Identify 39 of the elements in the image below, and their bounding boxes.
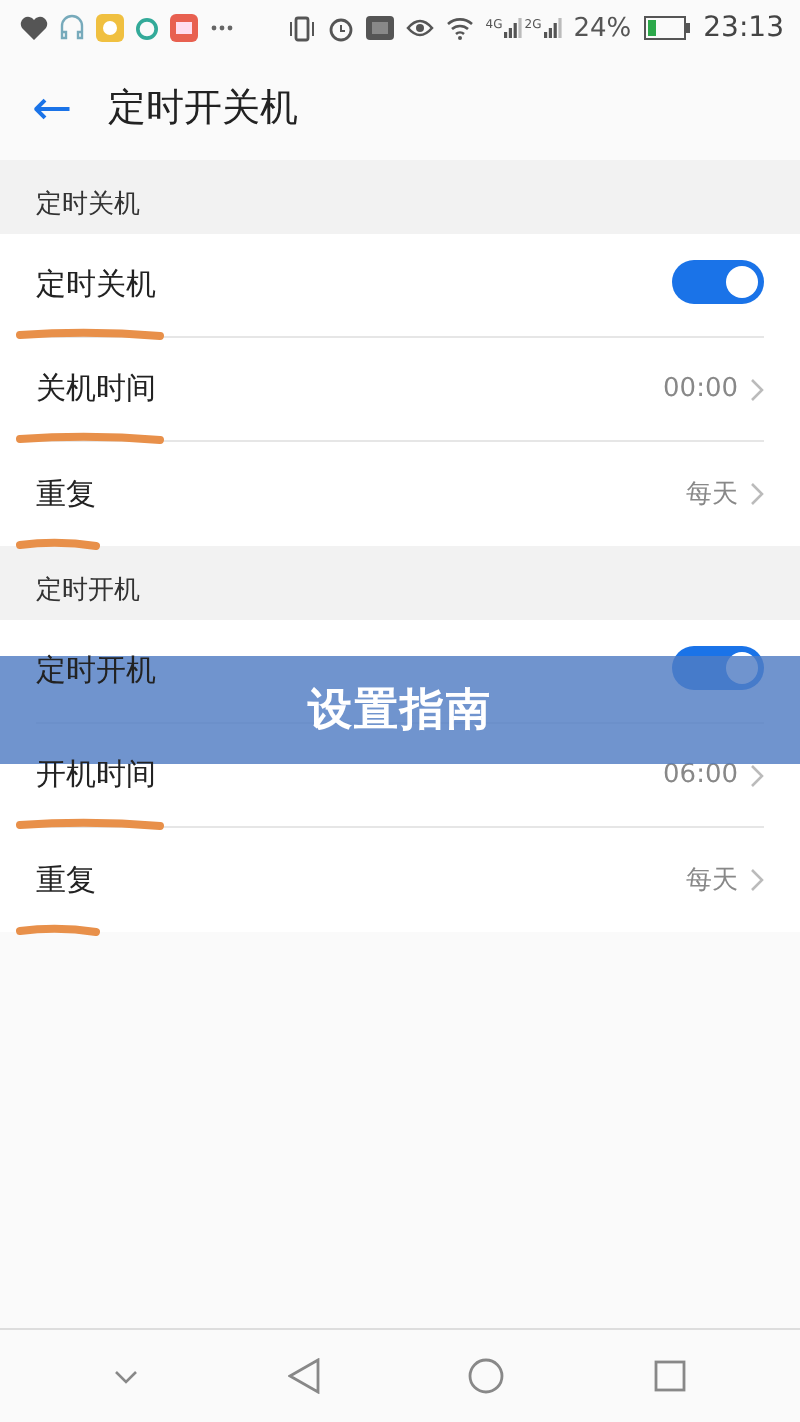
vibrate-icon (287, 15, 316, 41)
setting-label: 定时关机 (36, 266, 156, 304)
wifi-icon (445, 16, 474, 40)
signal-icon (504, 18, 523, 38)
battery-icon (643, 16, 692, 40)
signal-icon (543, 18, 562, 38)
setting-label: 重复 (36, 861, 96, 899)
setting-label: 定时开机 (36, 652, 156, 690)
setting-value: 06:00 (663, 760, 738, 790)
chevron-icon (750, 377, 764, 401)
setting-value: 每天 (686, 864, 738, 898)
back-icon[interactable] (287, 1358, 320, 1394)
setting-label: 重复 (36, 475, 96, 513)
collapse-icon[interactable] (114, 1369, 139, 1383)
eye-icon (405, 16, 434, 40)
back-button[interactable]: ← (32, 84, 73, 132)
hd-icon (365, 16, 394, 40)
clock-time: 23:13 (703, 12, 784, 44)
section-header: 定时开机 (0, 546, 800, 620)
setting-value: 00:00 (663, 374, 738, 404)
app-icon (170, 14, 198, 42)
setting-label: 开机时间 (36, 756, 156, 794)
recents-icon[interactable] (653, 1360, 686, 1392)
chevron-icon (750, 482, 764, 506)
setting-label: 关机时间 (36, 370, 156, 408)
section-header: 定时关机 (0, 160, 800, 234)
battery-percent: 24% (573, 13, 632, 43)
alarm-icon (327, 15, 354, 41)
more-icon (210, 24, 234, 32)
heart-icon (20, 16, 48, 40)
toggle-switch[interactable] (672, 259, 764, 303)
setting-value: 每天 (686, 478, 738, 512)
headset-icon (60, 14, 84, 42)
page-title: 定时开关机 (108, 84, 299, 134)
chevron-icon (750, 868, 764, 892)
home-icon[interactable] (468, 1358, 505, 1394)
chevron-icon (750, 763, 764, 787)
app-icon (96, 14, 124, 42)
app-icon (136, 17, 158, 39)
